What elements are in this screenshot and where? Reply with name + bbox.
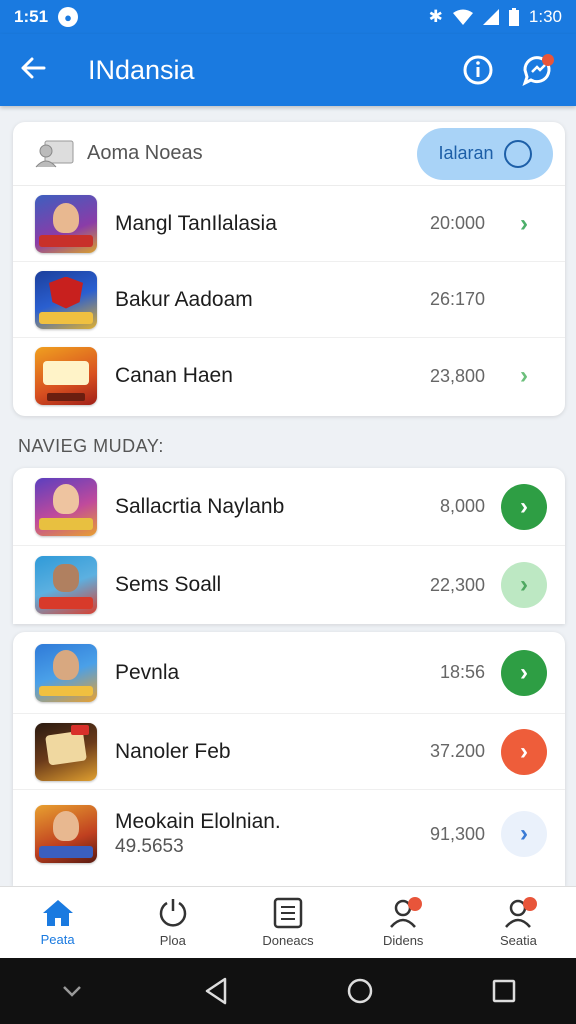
contact-card-icon bbox=[35, 140, 74, 167]
game-thumbnail bbox=[35, 194, 97, 253]
item-name: Mangl TanIlalasia bbox=[115, 211, 277, 235]
nav-profile[interactable]: Seatia bbox=[461, 887, 576, 958]
nav-power[interactable]: Ploa bbox=[115, 887, 230, 958]
game-thumbnail bbox=[35, 643, 97, 702]
nav-label: Seatia bbox=[499, 933, 537, 948]
item-name: Meokain Elolnian. 49.5653 bbox=[115, 810, 405, 858]
item-value: 37.200 bbox=[429, 741, 485, 761]
bottom-navigation: Peata Ploa Doneacs Didens Seatia bbox=[0, 886, 576, 958]
status-time-right: 1:30 bbox=[528, 7, 562, 26]
chevron-right-icon[interactable]: › bbox=[501, 201, 547, 247]
back-arrow-icon[interactable] bbox=[20, 53, 60, 87]
game-thumbnail bbox=[35, 722, 97, 781]
item-value: 91,300 bbox=[429, 823, 485, 844]
chevron-right-icon[interactable]: › bbox=[501, 483, 547, 530]
chevron-placeholder bbox=[501, 277, 547, 323]
list-item[interactable]: Mangl TanIlalasia 20:000 › bbox=[13, 186, 565, 262]
bluetooth-icon: ✱ bbox=[428, 7, 443, 26]
item-name: Pevnla bbox=[115, 660, 180, 684]
item-value: 8,000 bbox=[439, 496, 485, 516]
item-name: Nanoler Feb bbox=[115, 739, 231, 763]
item-value: 23,800 bbox=[429, 365, 485, 386]
chevron-right-icon[interactable]: › bbox=[501, 562, 547, 608]
wifi-icon bbox=[452, 9, 473, 25]
chevron-right-icon[interactable]: › bbox=[501, 811, 547, 857]
system-navigation-bar bbox=[0, 958, 576, 1024]
home-circle-icon[interactable] bbox=[330, 966, 390, 1016]
notification-badge bbox=[408, 897, 423, 911]
list-item[interactable]: Nanoler Feb 37.200 › bbox=[13, 714, 565, 790]
list-item[interactable]: Sems Soall 22,300 › bbox=[13, 546, 565, 624]
notification-icon: ● bbox=[58, 7, 79, 27]
status-bar: 1:51 ● ✱ 1:30 bbox=[0, 0, 576, 34]
game-thumbnail bbox=[35, 556, 97, 614]
nav-label: Ploa bbox=[159, 933, 186, 948]
item-value: 18:56 bbox=[439, 662, 485, 682]
header-label: Aoma Noeas bbox=[87, 142, 203, 164]
list-item[interactable]: Meokain Elolnian. 49.5653 91,300 › bbox=[13, 790, 565, 878]
clock: 1:51 bbox=[14, 7, 49, 26]
mid-card: Sallacrtia Naylanb 8,000 › Sems Soall 22… bbox=[13, 468, 565, 624]
recents-square-icon[interactable] bbox=[474, 966, 534, 1016]
item-name: Sems Soall bbox=[115, 573, 222, 596]
list-icon bbox=[273, 897, 303, 929]
pill-label: Ialaran bbox=[438, 143, 494, 163]
chat-button[interactable] bbox=[520, 52, 556, 88]
list-item[interactable]: Bakur Aadoam 26:170 bbox=[13, 262, 565, 338]
bottom-card: Pevnla 18:56 › Nanoler Feb 37.200 › Meok… bbox=[13, 632, 565, 886]
toggle-pill-button[interactable]: Ialaran bbox=[417, 127, 553, 180]
game-thumbnail bbox=[35, 270, 97, 329]
item-name: Sallacrtia Naylanb bbox=[115, 494, 285, 518]
collapse-icon[interactable] bbox=[42, 966, 102, 1016]
item-value: 22,300 bbox=[429, 574, 485, 595]
chevron-right-icon[interactable]: › bbox=[501, 728, 547, 775]
nav-label: Didens bbox=[382, 933, 424, 948]
power-icon bbox=[159, 899, 186, 927]
item-subtitle: 49.5653 bbox=[115, 836, 184, 857]
list-item[interactable]: Canan Haen 23,800 › bbox=[13, 338, 565, 414]
nav-list[interactable]: Doneacs bbox=[230, 887, 345, 958]
info-icon bbox=[463, 55, 493, 85]
signal-icon bbox=[482, 9, 499, 25]
page-title: INdansia bbox=[88, 54, 195, 85]
game-thumbnail bbox=[35, 477, 97, 536]
chevron-right-icon[interactable]: › bbox=[501, 649, 547, 696]
top-card: Aoma Noeas Ialaran Mangl TanIlalasia 20:… bbox=[13, 122, 565, 416]
notification-badge bbox=[523, 897, 538, 911]
back-triangle-icon[interactable] bbox=[186, 966, 246, 1016]
list-item[interactable]: Pevnla 18:56 › bbox=[13, 632, 565, 714]
item-value: 20:000 bbox=[429, 213, 485, 233]
card-header: Aoma Noeas Ialaran bbox=[13, 122, 565, 186]
nav-label: Peata bbox=[40, 932, 75, 947]
info-button[interactable] bbox=[460, 52, 496, 88]
item-name: Canan Haen bbox=[115, 364, 233, 387]
app-bar: INdansia bbox=[0, 34, 576, 106]
list-item[interactable]: Sallacrtia Naylanb 8,000 › bbox=[13, 468, 565, 546]
nav-label: Doneacs bbox=[262, 933, 314, 948]
battery-icon bbox=[508, 8, 519, 26]
nav-home[interactable]: Peata bbox=[0, 887, 115, 958]
item-value: 26:170 bbox=[429, 289, 485, 309]
chat-icon bbox=[522, 54, 554, 86]
home-icon bbox=[42, 900, 73, 926]
toggle-ring-icon bbox=[503, 139, 532, 168]
chevron-right-icon[interactable]: › bbox=[501, 353, 547, 399]
nav-users[interactable]: Didens bbox=[346, 887, 461, 958]
section-heading: NAVIEG MUDAY: bbox=[18, 436, 164, 456]
game-thumbnail bbox=[35, 805, 97, 863]
item-name: Bakur Aadoam bbox=[115, 287, 253, 311]
item-title: Meokain Elolnian. bbox=[115, 810, 281, 833]
game-thumbnail bbox=[35, 347, 97, 405]
